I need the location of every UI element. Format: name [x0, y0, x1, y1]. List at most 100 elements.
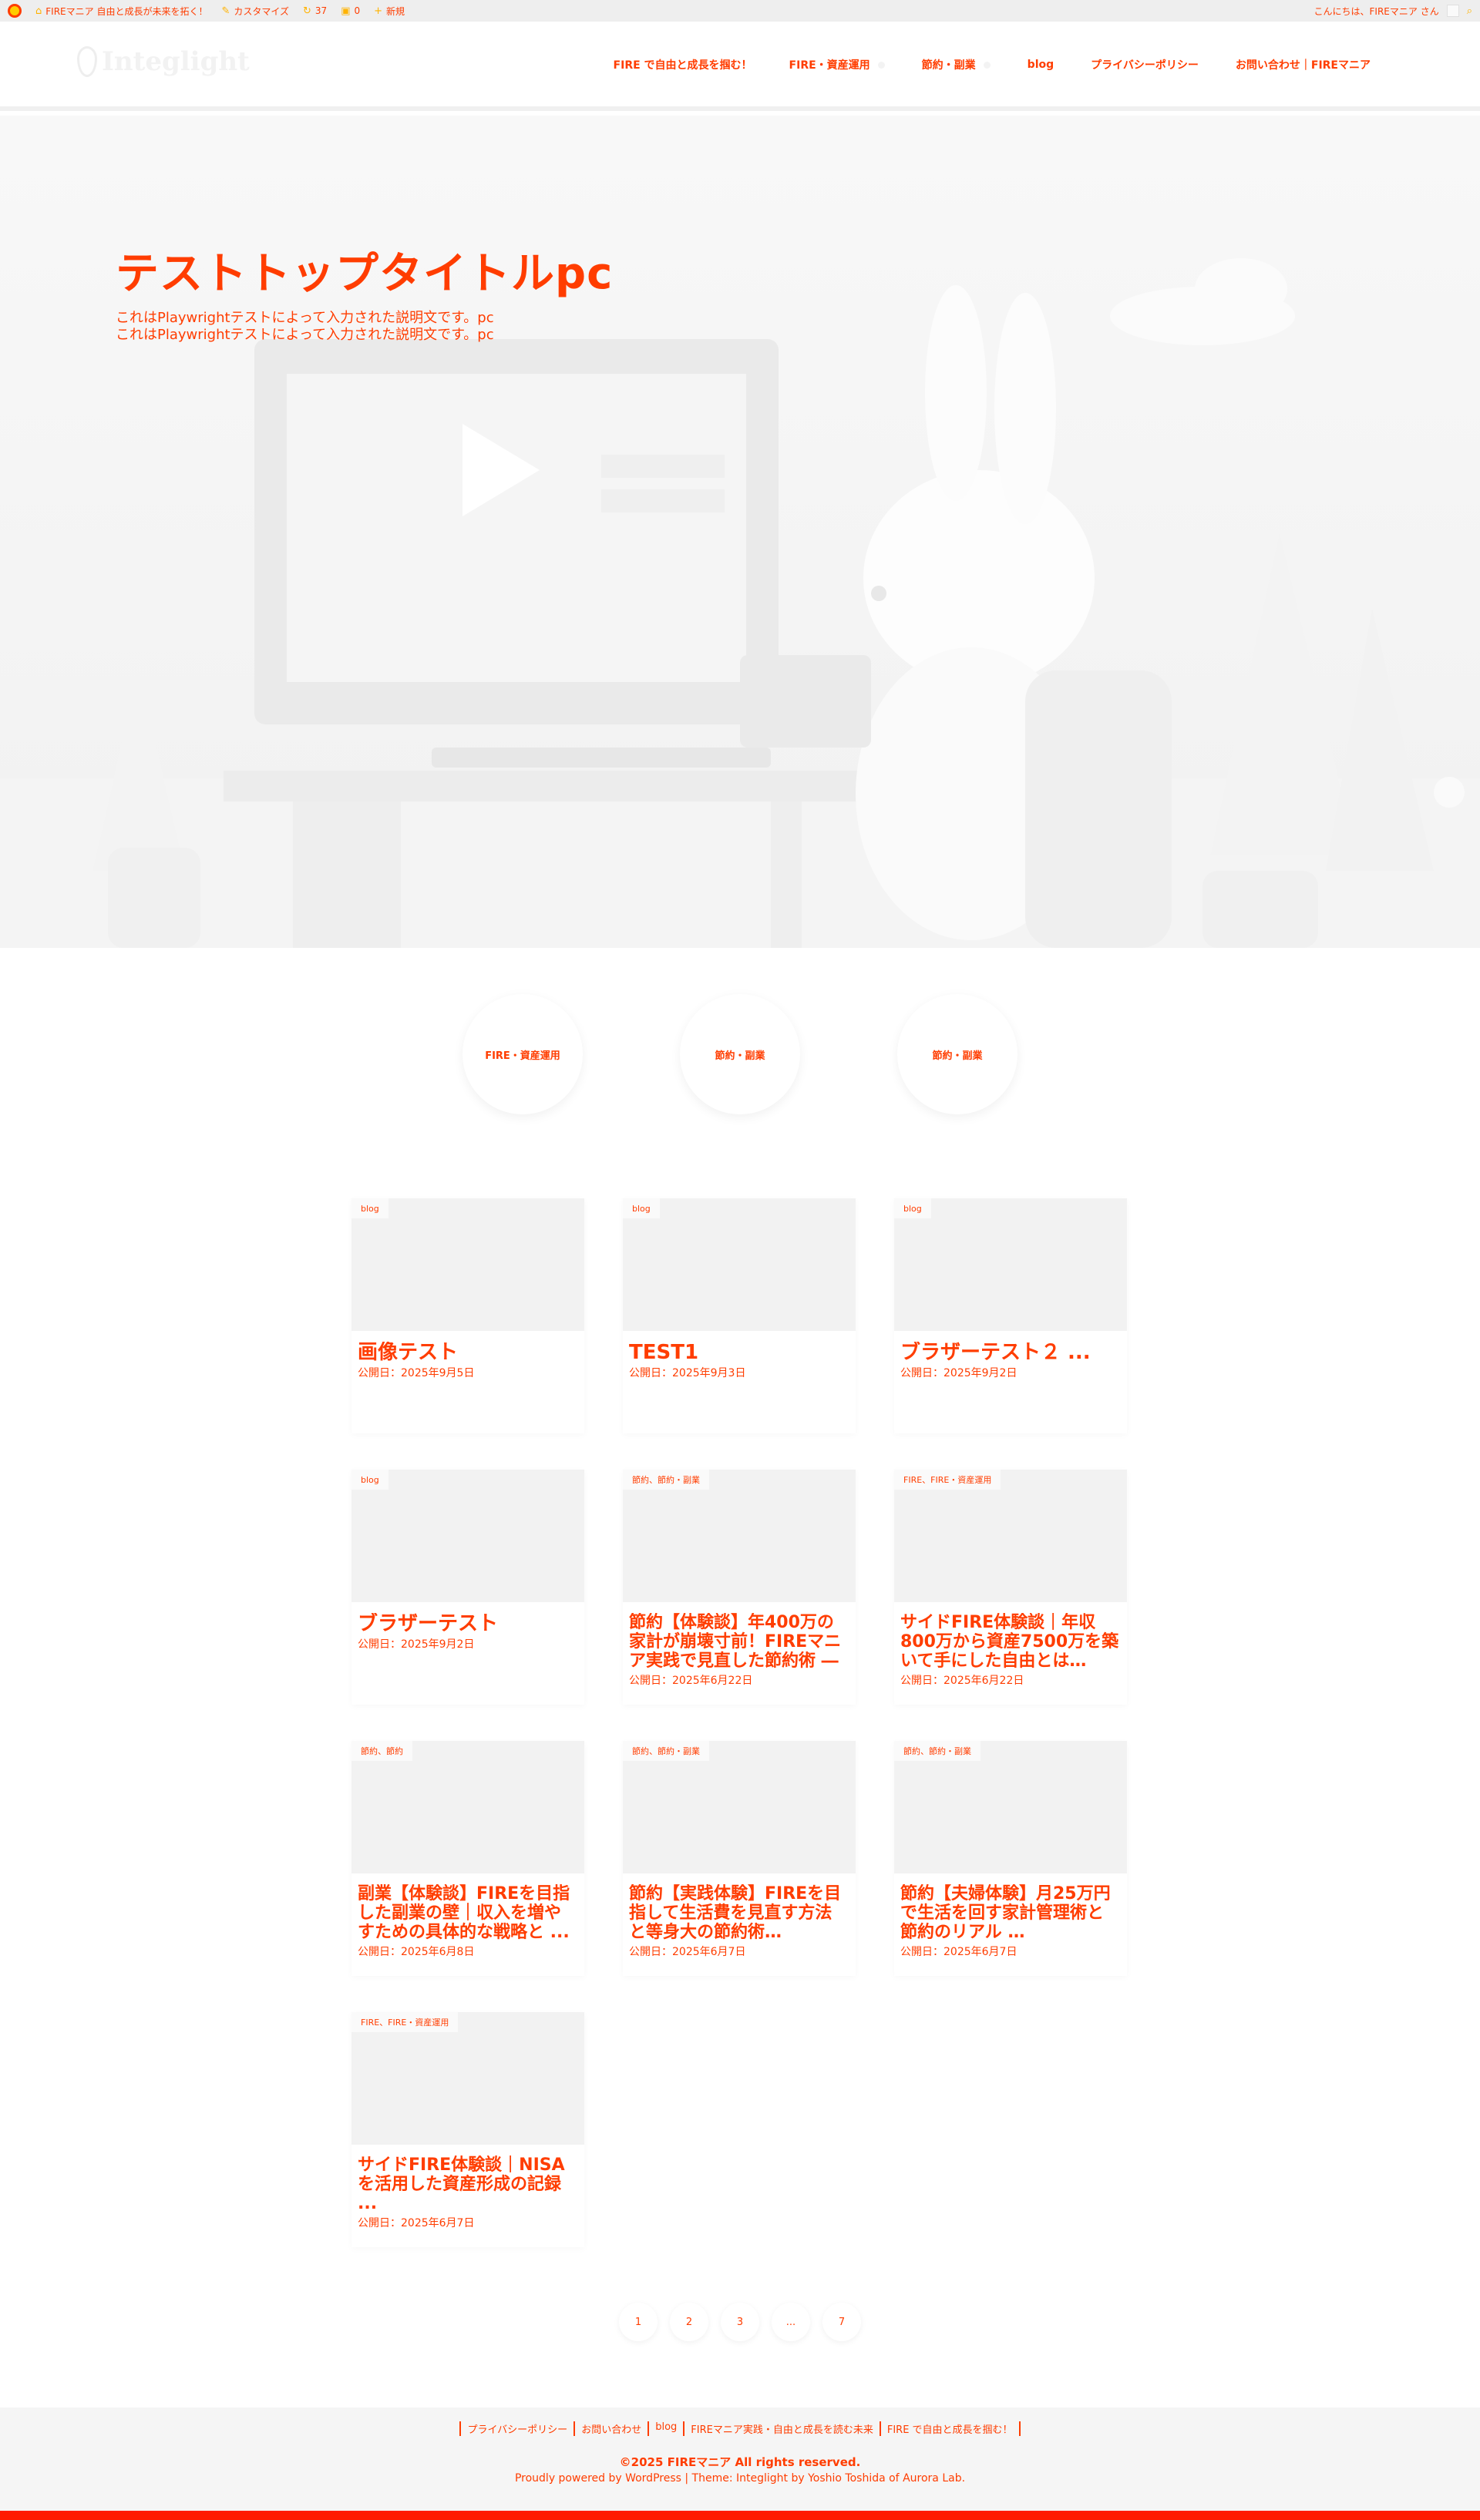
post-card[interactable]: 節約、節約・副業 節約【実践体験】FIREを目 指して生活費を見直す方法 と等身… [623, 1741, 856, 1976]
post-date: 公開日：2025年6月7日 [900, 1946, 1018, 1958]
powered-by: Proudly powered by WordPress | Theme: In… [514, 2472, 966, 2485]
submenu-dot-icon [983, 61, 991, 69]
category-link-fire[interactable]: FIRE・資産運用 [462, 994, 583, 1114]
post-card[interactable]: 節約、節約・副業 節約【体験談】年400万の 家計が崩壊寸前！FIREマニ ア実… [623, 1470, 856, 1705]
category-link-side-job[interactable]: 節約・副業 [897, 994, 1018, 1114]
plus-icon: + [374, 5, 383, 17]
post-title[interactable]: 副業【体験談】FIREを目指 した副業の壁｜収入を増や すための具体的な戦略と … [358, 1884, 578, 1942]
post-category-tag[interactable]: blog [894, 1198, 931, 1218]
page-link-3[interactable]: 3 [721, 2303, 759, 2341]
footer-nav: プライバシーポリシー お問い合わせ blog FIREマニア実践・自由と成長を読… [0, 2421, 1480, 2436]
post-date: 公開日：2025年9月2日 [900, 1367, 1018, 1379]
page-link-2[interactable]: 2 [670, 2303, 708, 2341]
post-title[interactable]: サイドFIRE体験談｜NISA を活用した資産形成の記録 ... [358, 2155, 578, 2213]
post-title[interactable]: ブラザーテスト [358, 1613, 578, 1635]
nav-item-home[interactable]: FIRE で自由と成長を掴む！ [595, 57, 771, 72]
post-card[interactable]: 節約、節約 副業【体験談】FIREを目指 した副業の壁｜収入を増や すための具体… [352, 1741, 584, 1976]
admin-customize[interactable]: ✎ カスタマイズ [221, 5, 289, 18]
footer-link-fire-practice[interactable]: FIREマニア実践・自由と成長を読む未来 [683, 2421, 880, 2436]
post-title[interactable]: サイドFIRE体験談｜年収 800万から資産7500万を築 いて手にした自由とは… [900, 1613, 1121, 1671]
post-thumbnail: blog [352, 1198, 584, 1331]
post-thumbnail: FIRE、FIRE・資産運用 [352, 2012, 584, 2145]
post-category-tag[interactable]: blog [623, 1198, 660, 1218]
post-category-tag[interactable]: 節約、節約 [352, 1741, 412, 1761]
post-category-tag[interactable]: FIRE、FIRE・資産運用 [352, 2012, 459, 2032]
post-date: 公開日：2025年6月22日 [629, 1675, 753, 1687]
hero-title: テストトップタイトルpc [116, 249, 614, 299]
category-link-saving[interactable]: 節約・副業 [680, 994, 800, 1114]
admin-bar: ⌂ FIREマニア 自由と成長が未来を拓く！ ✎ カスタマイズ ↻ 37 ▣ 0 + 新規… [0, 0, 1480, 22]
admin-comments[interactable]: ▣ 0 [341, 5, 360, 17]
post-title[interactable]: TEST1 [629, 1342, 849, 1363]
post-date: 公開日：2025年9月5日 [358, 1367, 475, 1379]
admin-new[interactable]: + 新規 [374, 5, 405, 18]
post-card[interactable]: blog 画像テスト 公開日：2025年9月5日 [352, 1198, 584, 1433]
slider-nav-button[interactable] [1434, 777, 1465, 808]
post-thumbnail: 節約、節約・副業 [623, 1741, 856, 1873]
main-nav: FIRE で自由と成長を掴む！ FIRE・資産運用 節約・副業 blog プライ… [595, 57, 1389, 72]
category-links: FIRE・資産運用 節約・副業 節約・副業 [0, 994, 1480, 1117]
wordpress-logo-icon[interactable] [8, 4, 22, 18]
post-date: 公開日：2025年9月2日 [358, 1638, 475, 1651]
post-category-tag[interactable]: blog [352, 1470, 388, 1490]
post-thumbnail: 節約、節約・副業 [894, 1741, 1127, 1873]
site-header: Integlight FIRE で自由と成長を掴む！ FIRE・資産運用 節約・… [0, 22, 1480, 111]
post-thumbnail: blog [894, 1198, 1127, 1331]
post-title[interactable]: ブラザーテスト２ ... [900, 1342, 1121, 1363]
post-category-tag[interactable]: 節約、節約・副業 [623, 1470, 709, 1490]
footer-link-privacy[interactable]: プライバシーポリシー [459, 2421, 574, 2436]
brush-icon: ✎ [221, 5, 230, 17]
hero-section: テストトップタイトルpc これはPlaywrightテストによって入力された説明… [0, 116, 1480, 948]
post-card[interactable]: FIRE、FIRE・資産運用 サイドFIRE体験談｜NISA を活用した資産形成… [352, 2012, 584, 2247]
page-link-last[interactable]: 7 [822, 2303, 861, 2341]
footer-link-contact[interactable]: お問い合わせ [574, 2421, 648, 2436]
admin-updates[interactable]: ↻ 37 [303, 5, 327, 17]
post-card[interactable]: blog ブラザーテスト２ ... 公開日：2025年9月2日 [894, 1198, 1127, 1433]
post-date: 公開日：2025年6月7日 [358, 2217, 475, 2229]
post-thumbnail: blog [352, 1470, 584, 1602]
copyright: ©2025 FIREマニア All rights reserved. [619, 2455, 861, 2469]
post-category-tag[interactable]: FIRE、FIRE・資産運用 [894, 1470, 1001, 1490]
bottom-bar [0, 2511, 1480, 2520]
post-card[interactable]: 節約、節約・副業 節約【夫婦体験】月25万円 で生活を回す家計管理術と 節約のリ… [894, 1741, 1127, 1976]
admin-site-name[interactable]: ⌂ FIREマニア 自由と成長が未来を拓く！ [35, 5, 207, 18]
post-date: 公開日：2025年6月8日 [358, 1946, 475, 1958]
hero-description: これはPlaywrightテストによって入力された説明文です。pc これはPla… [116, 310, 494, 343]
home-icon: ⌂ [35, 5, 42, 17]
post-category-tag[interactable]: 節約、節約・副業 [894, 1741, 980, 1761]
post-date: 公開日：2025年6月22日 [900, 1675, 1024, 1687]
site-logo[interactable]: Integlight [77, 46, 250, 77]
post-title[interactable]: 節約【実践体験】FIREを目 指して生活費を見直す方法 と等身大の節約術… [629, 1884, 849, 1942]
site-footer: プライバシーポリシー お問い合わせ blog FIREマニア実践・自由と成長を読… [0, 2407, 1480, 2511]
nav-item-contact[interactable]: お問い合わせ｜FIREマニア [1217, 57, 1389, 72]
post-thumbnail: 節約、節約 [352, 1741, 584, 1873]
post-card[interactable]: blog TEST1 公開日：2025年9月3日 [623, 1198, 856, 1433]
post-thumbnail: FIRE、FIRE・資産運用 [894, 1470, 1127, 1602]
post-category-tag[interactable]: 節約、節約・副業 [623, 1741, 709, 1761]
page-link-1[interactable]: 1 [619, 2303, 658, 2341]
pagination: 1 2 3 ... 7 [0, 2303, 1480, 2341]
post-title[interactable]: 画像テスト [358, 1342, 578, 1363]
post-card[interactable]: blog ブラザーテスト 公開日：2025年9月2日 [352, 1470, 584, 1705]
post-title[interactable]: 節約【体験談】年400万の 家計が崩壊寸前！FIREマニ ア実践で見直した節約術… [629, 1613, 849, 1671]
post-category-tag[interactable]: blog [352, 1198, 388, 1218]
post-grid: blog 画像テスト 公開日：2025年9月5日 blog TEST1 公開日：… [352, 1198, 1130, 2247]
nav-item-privacy[interactable]: プライバシーポリシー [1072, 57, 1217, 72]
submenu-dot-icon [877, 61, 885, 69]
nav-item-fire[interactable]: FIRE・資産運用 [771, 57, 903, 72]
avatar[interactable] [1446, 5, 1459, 17]
refresh-icon: ↻ [303, 5, 311, 17]
admin-account[interactable]: こんにちは、FIREマニア さん [1314, 5, 1439, 18]
post-title[interactable]: 節約【夫婦体験】月25万円 で生活を回す家計管理術と 節約のリアル … [900, 1884, 1121, 1942]
search-icon[interactable]: ⌕ [1467, 5, 1472, 17]
nav-item-saving[interactable]: 節約・副業 [903, 57, 1009, 72]
footer-link-blog[interactable]: blog [648, 2421, 683, 2436]
comment-icon: ▣ [341, 5, 351, 17]
post-card[interactable]: FIRE、FIRE・資産運用 サイドFIRE体験談｜年収 800万から資産750… [894, 1470, 1127, 1705]
post-date: 公開日：2025年6月7日 [629, 1946, 746, 1958]
logo-mark-icon [77, 46, 97, 77]
footer-link-home[interactable]: FIRE で自由と成長を掴む！ [879, 2421, 1021, 2436]
nav-item-blog[interactable]: blog [1009, 59, 1072, 71]
page-ellipsis: ... [772, 2303, 810, 2341]
post-thumbnail: 節約、節約・副業 [623, 1470, 856, 1602]
